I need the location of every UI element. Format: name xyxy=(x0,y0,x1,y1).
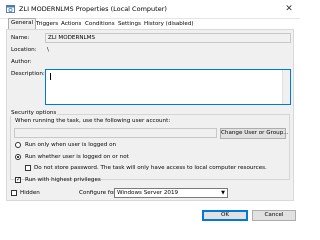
description-textarea[interactable] xyxy=(45,69,291,105)
radio-whether-label: Run whether user is logged on or not xyxy=(25,154,129,160)
configure-for-label: Configure for: xyxy=(79,190,118,196)
name-field: ZLI MODERNLMS xyxy=(45,33,291,43)
close-button[interactable]: ✕ xyxy=(282,3,296,15)
hidden-checkbox[interactable] xyxy=(11,190,17,196)
hidden-label: Hidden xyxy=(20,190,40,196)
user-account-field xyxy=(14,128,217,138)
description-label: Description: xyxy=(11,71,45,77)
name-label: Name: xyxy=(11,35,30,41)
account-prompt: When running the task, use the following… xyxy=(15,118,171,124)
text-caret xyxy=(50,73,51,80)
location-label: Location: xyxy=(11,47,37,53)
configure-for-value: Windows Server 2019 xyxy=(117,190,179,196)
chevron-down-icon: ▼ xyxy=(221,190,225,196)
highest-privileges-checkbox[interactable] xyxy=(15,177,21,183)
task-scheduler-icon xyxy=(6,5,15,13)
no-store-password-checkbox[interactable] xyxy=(25,165,31,171)
cancel-button[interactable]: Cancel xyxy=(252,210,296,221)
radio-whether-logged-on[interactable] xyxy=(15,154,21,160)
tab-strip: General Triggers Actions Conditions Sett… xyxy=(8,18,296,31)
radio-logged-on-label: Run only when user is logged on xyxy=(25,142,117,148)
description-scrollbar[interactable] xyxy=(282,70,290,104)
security-options-title: Security options xyxy=(10,110,58,116)
window-title: ZLI MODERNLMS Properties (Local Computer… xyxy=(19,5,167,13)
radio-logged-on[interactable] xyxy=(15,142,21,148)
configure-for-dropdown[interactable]: Windows Server 2019 ▼ xyxy=(114,188,228,198)
highest-privileges-label: Run with highest privileges xyxy=(25,177,101,183)
change-user-button[interactable]: Change User or Group... xyxy=(220,128,289,139)
general-tab-panel: Name: ZLI MODERNLMS Location: \ Author: … xyxy=(6,29,294,201)
no-store-password-label: Do not store password. The task will onl… xyxy=(34,165,267,171)
location-value: \ xyxy=(47,47,49,53)
author-label: Author: xyxy=(11,59,32,65)
ok-button[interactable]: OK xyxy=(202,210,248,221)
